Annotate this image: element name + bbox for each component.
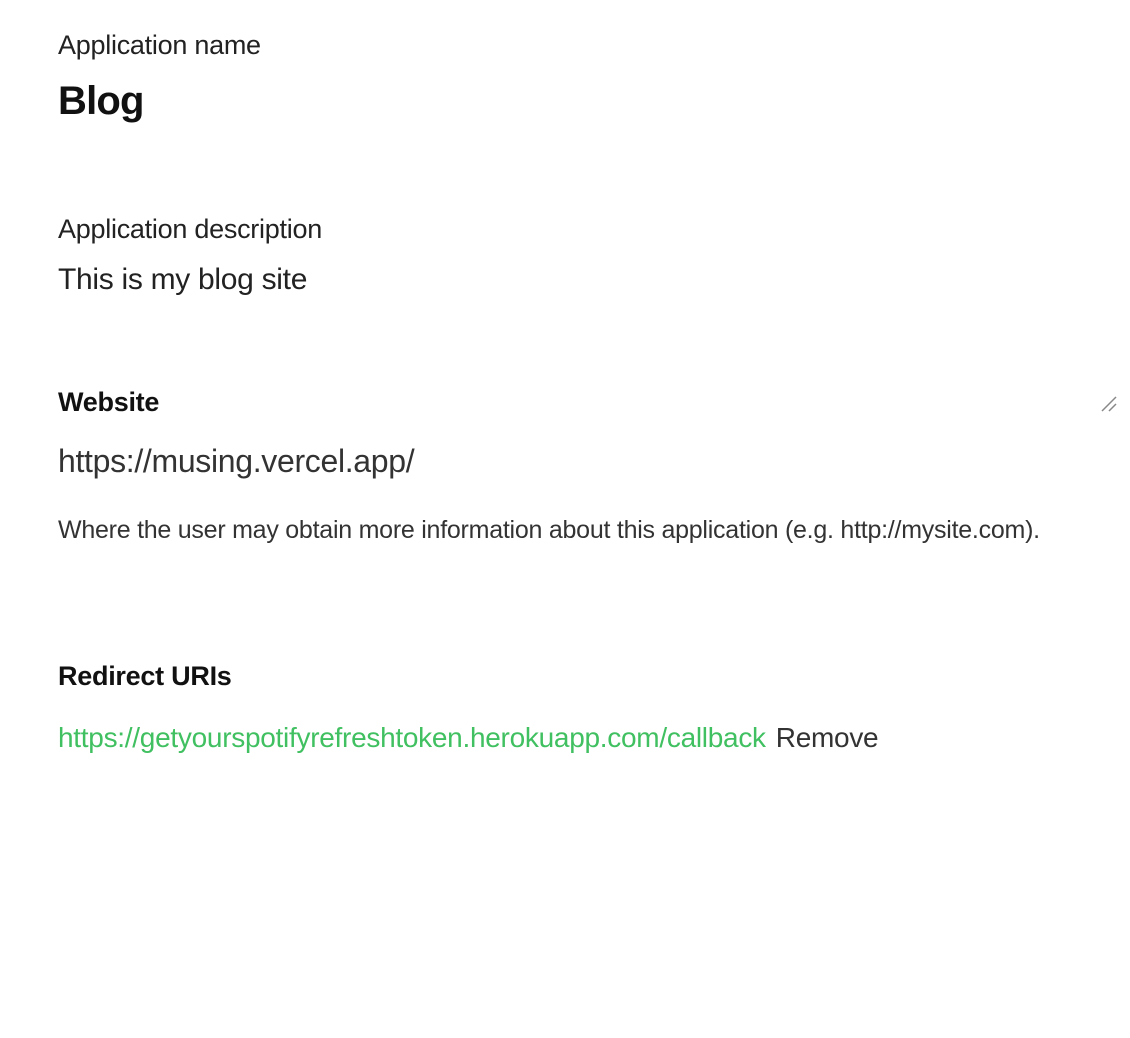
application-description-section: Application description This is my blog … bbox=[58, 214, 1072, 297]
application-name-section: Application name Blog bbox=[58, 30, 1072, 124]
application-name-value[interactable]: Blog bbox=[58, 79, 1072, 124]
website-section: Website https://musing.vercel.app/ Where… bbox=[58, 387, 1072, 551]
resize-handle-icon[interactable] bbox=[1099, 394, 1117, 412]
redirect-uris-label: Redirect URIs bbox=[58, 661, 1072, 692]
remove-uri-button[interactable]: Remove bbox=[776, 717, 879, 759]
redirect-uri-link[interactable]: https://getyourspotifyrefreshtoken.herok… bbox=[58, 717, 766, 759]
redirect-uris-section: Redirect URIs https://getyourspotifyrefr… bbox=[58, 661, 1072, 759]
website-label: Website bbox=[58, 387, 1072, 418]
application-description-value[interactable]: This is my blog site bbox=[58, 263, 1072, 297]
application-name-label: Application name bbox=[58, 30, 1072, 61]
application-description-label: Application description bbox=[58, 214, 1072, 245]
website-helper-text: Where the user may obtain more informati… bbox=[58, 510, 1072, 551]
redirect-uri-row: https://getyourspotifyrefreshtoken.herok… bbox=[58, 717, 1072, 759]
website-value[interactable]: https://musing.vercel.app/ bbox=[58, 443, 1072, 480]
